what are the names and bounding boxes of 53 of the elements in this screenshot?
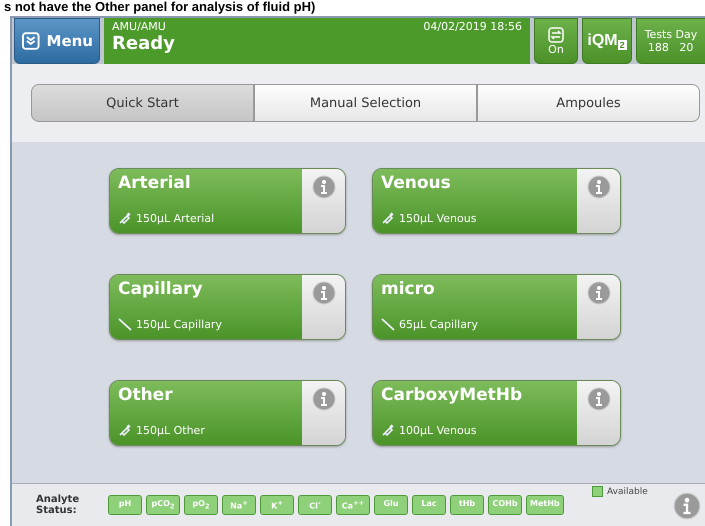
info-icon [312,281,336,305]
sync-button[interactable]: On [534,18,578,64]
available-swatch-icon [592,486,603,497]
syringe-icon [118,423,132,437]
analyte-chip: Glu [374,495,408,515]
info-button[interactable] [302,275,345,339]
analyte-chip: tHb [450,495,484,515]
info-button[interactable] [302,169,345,233]
info-icon [673,492,701,520]
counters-button[interactable]: Tests 188 Day 20 [636,18,705,64]
analyte-chip: pCO$_{2}$ [146,495,180,515]
legend-text: Available [607,486,648,496]
capillary-icon [381,317,395,331]
info-button[interactable] [577,381,620,445]
info-icon [586,387,610,411]
syringe-icon [381,211,395,225]
date-time: 04/02/2019 18:56 [423,20,522,33]
analyte-chip: pO$_{2}$ [184,495,218,515]
chevron-down-icon [21,31,41,51]
analyte-chip: Na$^{+}$ [222,495,256,515]
device-name: AMU/AMU [112,20,166,33]
analyte-chip: Lac [412,495,446,515]
analyte-chip: MetHb [526,495,564,515]
capillary-icon [118,317,132,331]
syringe-icon [118,211,132,225]
info-button[interactable] [577,169,620,233]
tab[interactable]: Ampoules [477,84,700,122]
info-button[interactable] [302,381,345,445]
info-button[interactable] [577,275,620,339]
menu-button[interactable]: Menu [14,18,100,64]
sample-type-button[interactable]: Arterial 150µL Arterial [110,169,302,233]
caption-text: s not have the Other panel for analysis of fluid pH) [3,0,316,16]
info-icon [312,175,336,199]
info-icon [586,175,610,199]
sample-type-button[interactable]: Other 150µL Other [110,381,302,445]
analyte-chip: pH [108,495,142,515]
analyte-chip: Ca$^{++}$ [336,495,370,515]
tab[interactable]: Manual Selection [254,84,477,122]
info-icon [312,387,336,411]
info-icon [586,281,610,305]
analyte-status-label: Analyte Status: [36,494,80,516]
status-text: Ready [112,33,176,54]
sample-type-button[interactable]: micro 65µL Capillary [373,275,577,339]
analyte-chip: Cl$^{-}$ [298,495,332,515]
analyte-chip: COHb [488,495,522,515]
sample-type-button[interactable]: Venous 150µL Venous [373,169,577,233]
tab[interactable]: Quick Start [31,84,254,122]
syringe-icon [381,423,395,437]
sync-icon [548,26,564,42]
sample-type-button[interactable]: Capillary 150µL Capillary [110,275,302,339]
info-button[interactable] [673,492,701,520]
sample-type-button[interactable]: CarboxyMetHb 100µL Venous [373,381,577,445]
analyte-chip: K$^{+}$ [260,495,294,515]
